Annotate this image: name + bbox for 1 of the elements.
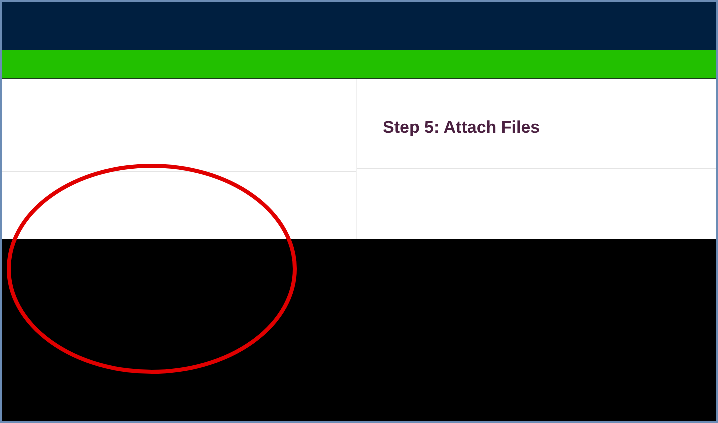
step-heading: Step 5: Attach Files [383, 118, 540, 138]
